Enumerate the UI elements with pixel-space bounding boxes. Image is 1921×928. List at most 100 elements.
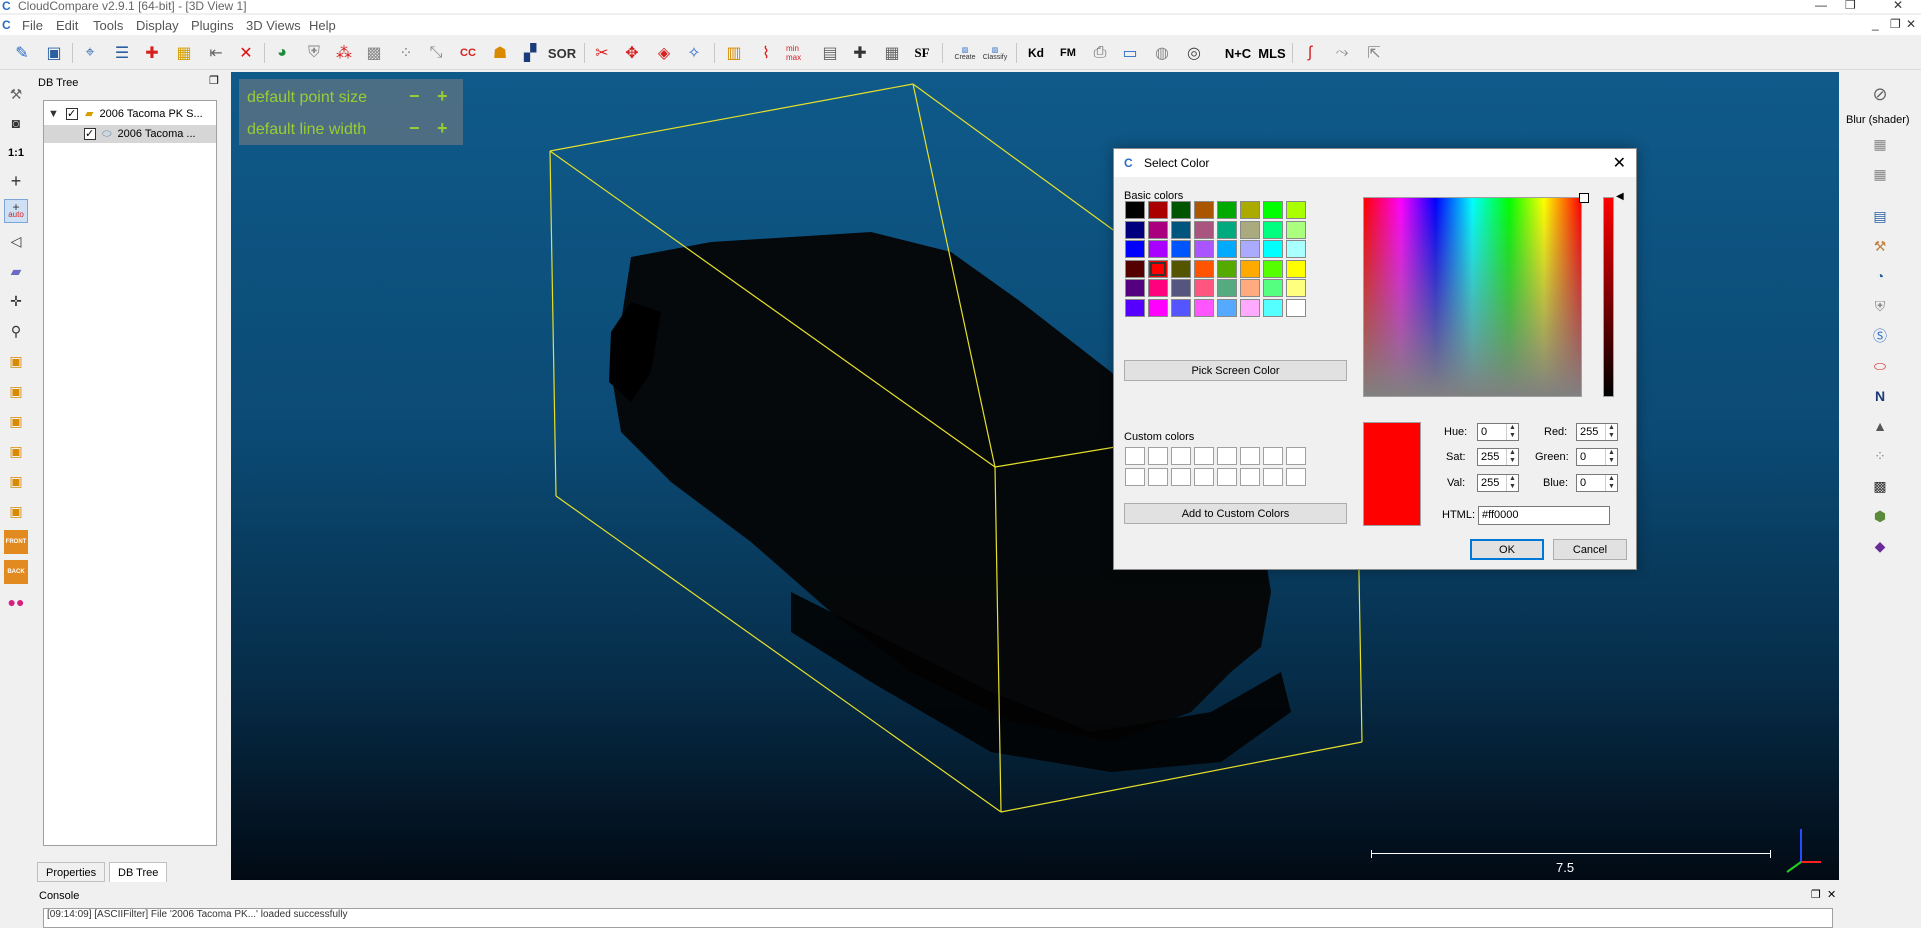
mdi-close-icon[interactable]: ✕ xyxy=(1906,17,1916,31)
move-icon[interactable]: ✛ xyxy=(4,289,28,313)
poisson-icon[interactable]: ⬢ xyxy=(1868,504,1892,528)
basic-color-swatch[interactable] xyxy=(1240,279,1260,298)
mdi-restore-icon[interactable]: ❐ xyxy=(1890,17,1901,31)
checkerboard-icon[interactable]: ▞ xyxy=(518,41,542,65)
basic-color-swatch[interactable] xyxy=(1148,259,1168,278)
custom-color-swatch[interactable] xyxy=(1171,447,1191,465)
perspective-icon[interactable]: ◁ xyxy=(4,229,28,253)
global-shift-icon[interactable]: ⌖ xyxy=(78,41,102,65)
profile-icon[interactable]: ʃ xyxy=(1298,41,1322,65)
menu-edit[interactable]: Edit xyxy=(56,18,78,33)
basic-color-swatch[interactable] xyxy=(1217,201,1237,219)
basic-color-swatch[interactable] xyxy=(1125,220,1145,239)
basic-color-swatch[interactable] xyxy=(1125,299,1145,317)
clone-icon[interactable]: ⇤ xyxy=(204,41,228,65)
basic-color-swatch[interactable] xyxy=(1263,201,1283,219)
menu-3d-views[interactable]: 3D Views xyxy=(246,18,301,33)
basic-color-swatch[interactable] xyxy=(1286,279,1306,298)
basic-color-swatch[interactable] xyxy=(1286,201,1306,219)
dialog-close-icon[interactable]: ✕ xyxy=(1613,153,1626,173)
stereo-icon[interactable]: ●● xyxy=(4,590,28,614)
mesh-icon[interactable]: ▩ xyxy=(362,41,386,65)
custom-color-swatch[interactable] xyxy=(1194,447,1214,465)
console-close-icon[interactable]: ✕ xyxy=(1827,888,1836,901)
basic-color-swatch[interactable] xyxy=(1125,259,1145,278)
custom-color-swatch[interactable] xyxy=(1148,447,1168,465)
custom-color-swatch[interactable] xyxy=(1240,468,1260,486)
basic-color-swatch[interactable] xyxy=(1263,220,1283,239)
blue-spinbox[interactable]: 0 ▲ ▼ xyxy=(1576,474,1618,492)
custom-color-swatch[interactable] xyxy=(1148,468,1168,486)
section-icon[interactable]: ⤳ xyxy=(1330,41,1354,65)
basic-color-swatch[interactable] xyxy=(1286,259,1306,278)
basic-color-swatch[interactable] xyxy=(1240,220,1260,239)
custom-color-swatch[interactable] xyxy=(1263,468,1283,486)
custom-color-swatch[interactable] xyxy=(1286,468,1306,486)
val-spinbox[interactable]: 255 ▲ ▼ xyxy=(1477,474,1519,492)
basic-color-swatch[interactable] xyxy=(1217,279,1237,298)
basic-color-swatch[interactable] xyxy=(1148,299,1168,317)
custom-color-swatch[interactable] xyxy=(1217,447,1237,465)
point-size-minus-button[interactable]: − xyxy=(409,86,420,107)
zoom-icon[interactable]: ⚲ xyxy=(4,319,28,343)
basic-color-swatch[interactable] xyxy=(1171,299,1191,317)
minmax-icon[interactable]: min max xyxy=(786,41,810,65)
fm-icon[interactable]: FM xyxy=(1056,41,1080,65)
calculator-icon[interactable]: ▦ xyxy=(880,41,904,65)
basic-color-swatch[interactable] xyxy=(1148,201,1168,219)
basic-color-swatch[interactable] xyxy=(1217,259,1237,278)
sample-icon[interactable]: ⁂ xyxy=(332,41,356,65)
view-right-icon[interactable]: ▣ xyxy=(4,439,28,463)
pick-screen-color-button[interactable]: Pick Screen Color xyxy=(1124,360,1347,381)
normal-icon[interactable]: N xyxy=(1868,384,1892,408)
tree-item-checkbox[interactable] xyxy=(65,105,78,123)
custom-color-swatch[interactable] xyxy=(1125,468,1145,486)
point-size-plus-button[interactable]: + xyxy=(437,86,448,107)
expand-arrow-icon[interactable]: ▼ xyxy=(48,108,59,120)
pipette-icon[interactable]: ⚒ xyxy=(4,82,28,106)
menu-file[interactable]: File xyxy=(22,18,43,33)
basic-color-swatch[interactable] xyxy=(1171,279,1191,298)
menu-plugins[interactable]: Plugins xyxy=(191,18,234,33)
basic-color-swatch[interactable] xyxy=(1286,240,1306,259)
shield-filter-icon[interactable]: ⛨ xyxy=(1868,294,1892,318)
sphere-icon[interactable]: ◍ xyxy=(1150,41,1174,65)
view-back-icon[interactable]: BACK xyxy=(4,560,28,584)
color-spectrum[interactable] xyxy=(1363,197,1582,397)
custom-color-swatch[interactable] xyxy=(1240,447,1260,465)
basic-color-swatch[interactable] xyxy=(1194,240,1214,259)
compass-icon[interactable]: ◔ xyxy=(1868,264,1892,288)
sor-icon[interactable]: SOR xyxy=(548,41,576,65)
undock-icon[interactable]: ❐ xyxy=(209,74,219,87)
sf-icon[interactable]: SF xyxy=(910,41,934,65)
view-bottom-icon[interactable]: ▣ xyxy=(4,469,28,493)
tree-item-group[interactable]: ▼ ▰ 2006 Tacoma PK S... xyxy=(48,105,203,123)
value-slider[interactable] xyxy=(1603,197,1614,397)
minimize-icon[interactable]: — xyxy=(1815,0,1827,12)
add-to-custom-colors-button[interactable]: Add to Custom Colors xyxy=(1124,503,1347,524)
basic-color-swatch[interactable] xyxy=(1194,220,1214,239)
view-iso-icon[interactable]: ▣ xyxy=(4,379,28,403)
save-icon[interactable]: ▣ xyxy=(42,41,66,65)
value-slider-arrow-icon[interactable]: ◀ xyxy=(1616,191,1624,202)
basic-color-swatch[interactable] xyxy=(1171,240,1191,259)
mdi-minimize-icon[interactable]: _ xyxy=(1872,17,1879,31)
blur-shader-icon[interactable]: ⊘ xyxy=(1868,82,1892,106)
menu-help[interactable]: Help xyxy=(309,18,336,33)
basic-color-swatch[interactable] xyxy=(1148,279,1168,298)
scissors-icon[interactable]: ✂ xyxy=(590,41,614,65)
green-spinbox[interactable]: 0 ▲ ▼ xyxy=(1576,448,1618,466)
m3c2-icon[interactable]: ⁘ xyxy=(1868,444,1892,468)
hue-spinbox[interactable]: 0 ▲ ▼ xyxy=(1477,423,1519,441)
ok-button[interactable]: OK xyxy=(1470,539,1544,560)
tab-db-tree[interactable]: DB Tree xyxy=(109,862,168,882)
custom-color-swatch[interactable] xyxy=(1194,468,1214,486)
segment-icon[interactable]: ☗ xyxy=(488,41,512,65)
shield-icon[interactable]: ⛨ xyxy=(302,41,326,65)
basic-color-swatch[interactable] xyxy=(1240,240,1260,259)
line-width-plus-button[interactable]: + xyxy=(437,118,448,139)
basic-color-swatch[interactable] xyxy=(1194,259,1214,278)
brush-icon[interactable]: ⚒ xyxy=(1868,234,1892,258)
basic-color-swatch[interactable] xyxy=(1171,259,1191,278)
tree-item-cloud[interactable]: ⬭ 2006 Tacoma ... xyxy=(44,125,216,143)
